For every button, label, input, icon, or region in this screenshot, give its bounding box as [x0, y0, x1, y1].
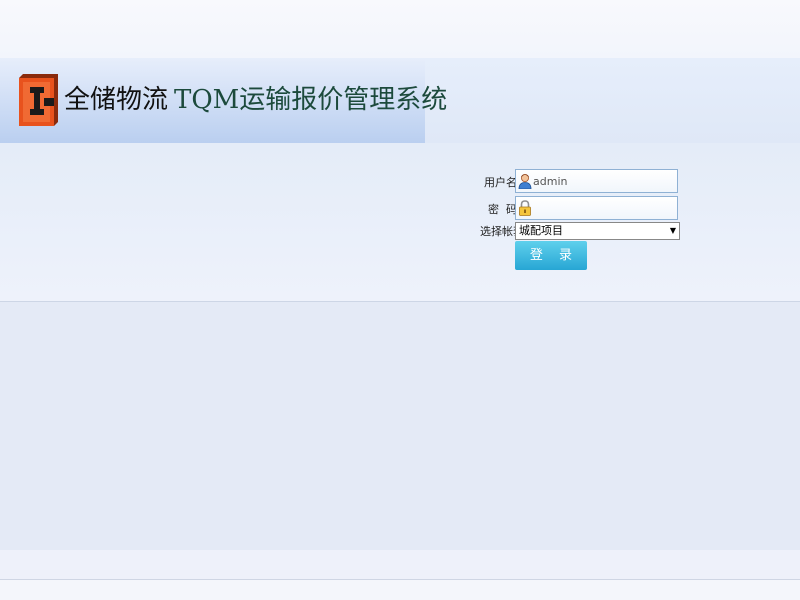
company-name: 全储物流 [64, 85, 169, 115]
username-input[interactable] [533, 173, 673, 189]
company-logo-icon [19, 74, 58, 126]
user-icon [518, 173, 532, 190]
password-input[interactable] [533, 200, 673, 216]
account-select[interactable]: 城配项目 ▼ [515, 222, 680, 240]
account-selected-value: 城配项目 [519, 224, 563, 237]
login-page: 全储物流 TQM运输报价管理系统 用户名 密 码 选择帐套 城配项目 [0, 0, 800, 600]
system-title: TQM运输报价管理系统 [174, 85, 448, 115]
password-label-text: 密 码 [488, 203, 517, 216]
content-area [0, 302, 800, 550]
header-banner: 全储物流 TQM运输报价管理系统 [0, 58, 800, 143]
top-strip [0, 0, 800, 58]
footer-bar [0, 550, 800, 580]
triangle-down-icon: ▼ [669, 226, 676, 235]
username-label: 用户名 [484, 176, 517, 189]
lock-icon [518, 200, 532, 216]
login-button[interactable]: 登 录 [515, 241, 587, 270]
password-field[interactable] [515, 196, 678, 220]
footer-bottom [0, 580, 800, 600]
password-label: 密 码 [488, 203, 517, 217]
login-panel [0, 143, 800, 302]
username-field[interactable] [515, 169, 678, 193]
